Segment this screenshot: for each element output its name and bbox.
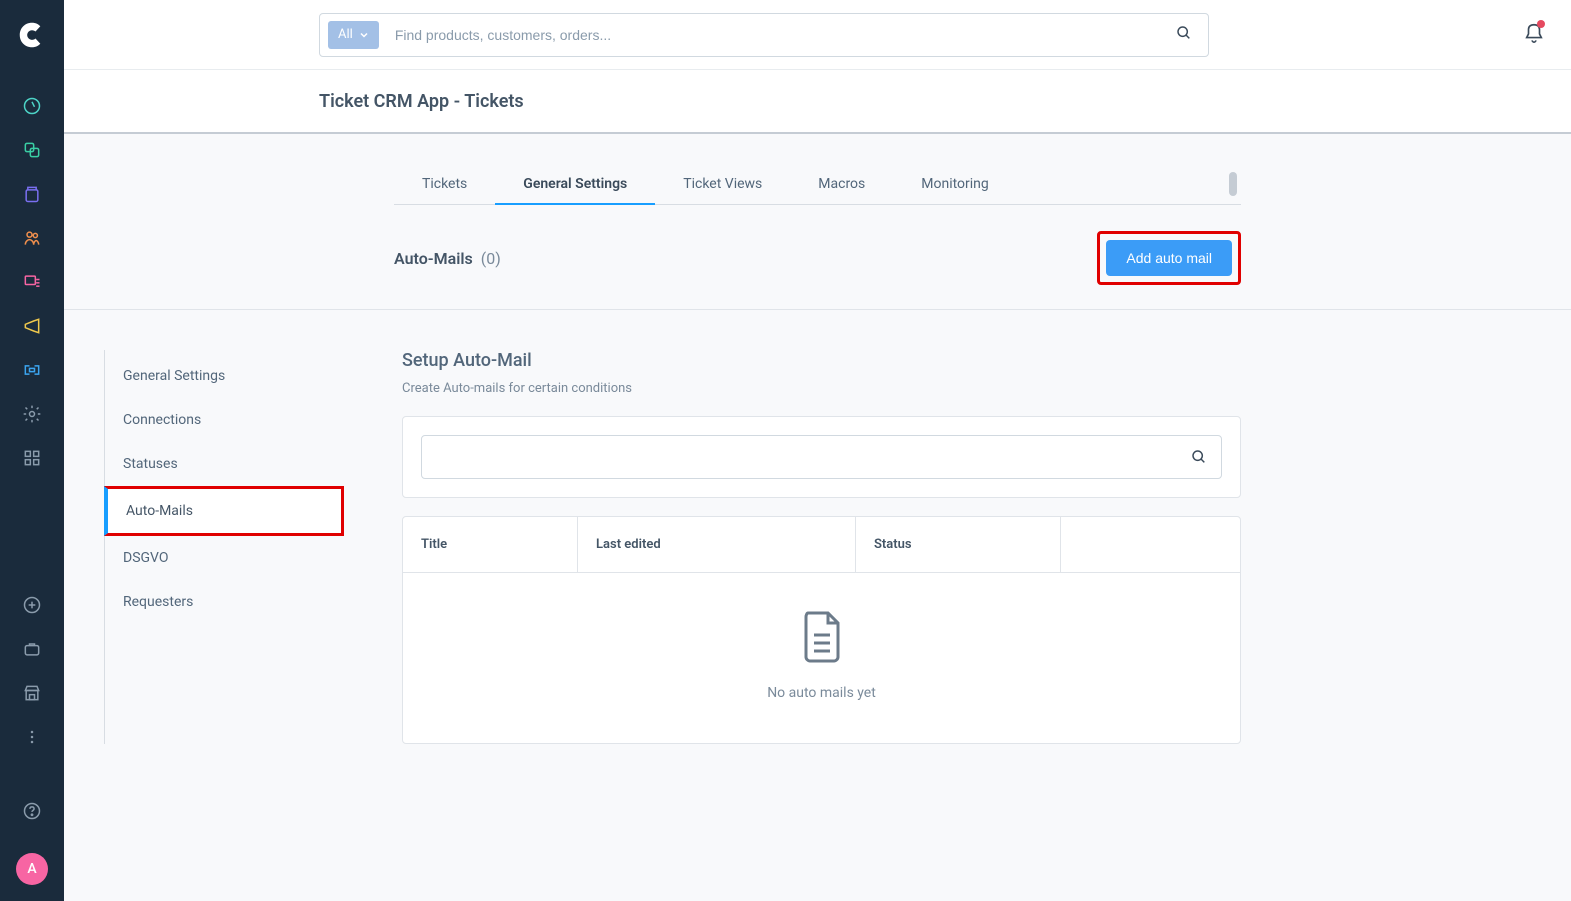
page-header: Ticket CRM App - Tickets bbox=[64, 70, 1571, 134]
settings-nav-dsgvo[interactable]: DSGVO bbox=[105, 536, 344, 580]
notifications-icon[interactable] bbox=[1523, 22, 1545, 48]
more-icon[interactable] bbox=[0, 715, 64, 759]
tabs: Tickets General Settings Ticket Views Ma… bbox=[394, 164, 1241, 205]
customers-icon[interactable] bbox=[0, 216, 64, 260]
column-title: Title bbox=[403, 517, 578, 572]
settings-nav-general[interactable]: General Settings bbox=[105, 354, 344, 398]
settings-panel: Setup Auto-Mail Create Auto-mails for ce… bbox=[402, 350, 1241, 744]
panel-heading: Setup Auto-Mail bbox=[402, 350, 1241, 371]
app-logo[interactable] bbox=[0, 0, 64, 70]
settings-nav-connections[interactable]: Connections bbox=[105, 398, 344, 442]
store-icon[interactable] bbox=[0, 671, 64, 715]
auto-mail-search-input-wrap[interactable] bbox=[421, 435, 1222, 479]
panel-subheading: Create Auto-mails for certain conditions bbox=[402, 381, 1241, 396]
help-icon[interactable] bbox=[0, 789, 64, 833]
add-icon[interactable] bbox=[0, 583, 64, 627]
tab-ticket-views[interactable]: Ticket Views bbox=[655, 164, 790, 204]
empty-text: No auto mails yet bbox=[403, 685, 1240, 701]
tab-macros[interactable]: Macros bbox=[790, 164, 893, 204]
dashboard-icon[interactable] bbox=[0, 84, 64, 128]
sidebar: A bbox=[0, 0, 64, 901]
auto-mail-search-input[interactable] bbox=[436, 449, 1191, 465]
section-count: (0) bbox=[481, 249, 501, 268]
tab-general-settings[interactable]: General Settings bbox=[495, 164, 655, 204]
content-icon[interactable] bbox=[0, 260, 64, 304]
marketing-icon[interactable] bbox=[0, 304, 64, 348]
tab-tickets[interactable]: Tickets bbox=[394, 164, 495, 204]
table-empty-state: No auto mails yet bbox=[403, 573, 1240, 743]
settings-nav-requesters[interactable]: Requesters bbox=[105, 580, 344, 624]
search-filter-label: All bbox=[338, 27, 353, 42]
orders-icon[interactable] bbox=[0, 172, 64, 216]
tabs-scrollbar[interactable] bbox=[1229, 172, 1237, 196]
search-icon[interactable] bbox=[1160, 25, 1208, 45]
topbar: All bbox=[64, 0, 1571, 70]
settings-nav-statuses[interactable]: Statuses bbox=[105, 442, 344, 486]
settings-nav-auto-mails[interactable]: Auto-Mails bbox=[104, 486, 344, 536]
search-icon bbox=[1191, 449, 1207, 465]
extensions-icon[interactable] bbox=[0, 348, 64, 392]
search-input[interactable] bbox=[379, 27, 1160, 43]
highlight-add-button: Add auto mail bbox=[1097, 231, 1241, 285]
section-title: Auto-Mails bbox=[394, 249, 473, 268]
add-auto-mail-button[interactable]: Add auto mail bbox=[1106, 240, 1232, 276]
page-title: Ticket CRM App - Tickets bbox=[319, 91, 524, 112]
panel-search-box bbox=[402, 416, 1241, 498]
notification-badge bbox=[1537, 20, 1545, 28]
table-header-row: Title Last edited Status bbox=[403, 517, 1240, 573]
column-last-edited: Last edited bbox=[578, 517, 856, 572]
settings-nav: General Settings Connections Statuses Au… bbox=[104, 350, 344, 744]
settings-icon[interactable] bbox=[0, 392, 64, 436]
section-titlebar: Auto-Mails (0) Add auto mail bbox=[394, 205, 1241, 309]
column-actions bbox=[1061, 517, 1240, 572]
catalogues-icon[interactable] bbox=[0, 128, 64, 172]
user-avatar[interactable]: A bbox=[16, 853, 48, 885]
tab-monitoring[interactable]: Monitoring bbox=[893, 164, 1017, 204]
global-search[interactable]: All bbox=[319, 13, 1209, 57]
apps-icon[interactable] bbox=[0, 436, 64, 480]
document-icon bbox=[800, 609, 844, 663]
search-filter-dropdown[interactable]: All bbox=[328, 21, 379, 49]
content-area: Tickets General Settings Ticket Views Ma… bbox=[64, 134, 1571, 901]
auto-mails-table: Title Last edited Status No bbox=[402, 516, 1241, 744]
chevron-down-icon bbox=[359, 30, 369, 40]
briefcase-icon[interactable] bbox=[0, 627, 64, 671]
column-status: Status bbox=[856, 517, 1061, 572]
